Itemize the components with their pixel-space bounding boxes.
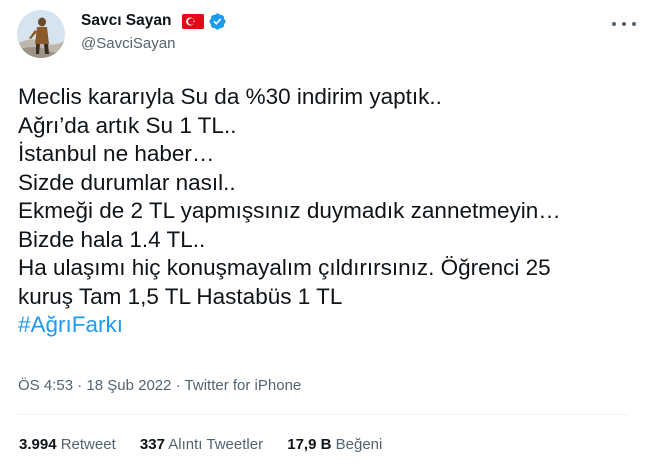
tweet-meta: ÖS 4:53 · 18 Şub 2022 · Twitter for iPho… bbox=[18, 377, 301, 394]
more-options-icon[interactable] bbox=[612, 14, 636, 34]
retweets-label: Retweet bbox=[60, 436, 116, 453]
display-name[interactable]: Savcı Sayan bbox=[81, 12, 171, 30]
tweet-line: Ha ulaşımı hiç konuşmayalım çıldırırsını… bbox=[18, 255, 551, 280]
retweets-count: 3.994 bbox=[19, 436, 57, 453]
verified-badge-icon bbox=[208, 12, 227, 31]
divider bbox=[17, 414, 629, 415]
turkey-flag-icon bbox=[182, 14, 204, 29]
quotes-stat[interactable]: 337 Alıntı Tweetler bbox=[140, 436, 263, 453]
likes-stat[interactable]: 17,9 B Beğeni bbox=[287, 436, 382, 453]
quotes-label: Alıntı Tweetler bbox=[168, 436, 264, 453]
retweets-stat[interactable]: 3.994 Retweet bbox=[19, 436, 116, 453]
tweet-line: Sizde durumlar nasıl.. bbox=[18, 169, 236, 195]
meta-separator: · bbox=[171, 377, 185, 394]
hashtag-link[interactable]: #AğrıFarkı bbox=[18, 312, 123, 337]
avatar-photo bbox=[17, 10, 65, 58]
tweet-line: kuruş Tam 1,5 TL Hastabüs 1 TL bbox=[18, 283, 343, 309]
tweet-stats: 3.994 Retweet 337 Alıntı Tweetler 17,9 B… bbox=[19, 436, 402, 453]
tweet-line: Ekmeği de 2 TL yapmışsınız duymadık zann… bbox=[18, 198, 561, 223]
tweet-time[interactable]: ÖS 4:53 bbox=[18, 377, 73, 394]
likes-count: 17,9 B bbox=[287, 436, 332, 453]
tweet-date[interactable]: 18 Şub 2022 bbox=[86, 377, 171, 394]
avatar[interactable] bbox=[17, 10, 65, 58]
quotes-count: 337 bbox=[139, 436, 165, 453]
meta-separator: · bbox=[73, 377, 87, 394]
tweet-line: Bizde hala 1.4 TL.. bbox=[18, 226, 206, 252]
tweet-line: Meclis kararıyla Su da %30 indirim yaptı… bbox=[18, 84, 442, 109]
user-handle[interactable]: @SavciSayan bbox=[81, 35, 175, 52]
tweet-line: İstanbul ne haber… bbox=[18, 141, 215, 166]
tweet-text: Meclis kararıyla Su da %30 indirim yaptı… bbox=[18, 83, 638, 340]
tweet-source[interactable]: Twitter for iPhone bbox=[185, 377, 302, 394]
likes-label: Beğeni bbox=[335, 436, 383, 453]
tweet-line: Ağrı’da artık Su 1 TL.. bbox=[18, 112, 237, 138]
